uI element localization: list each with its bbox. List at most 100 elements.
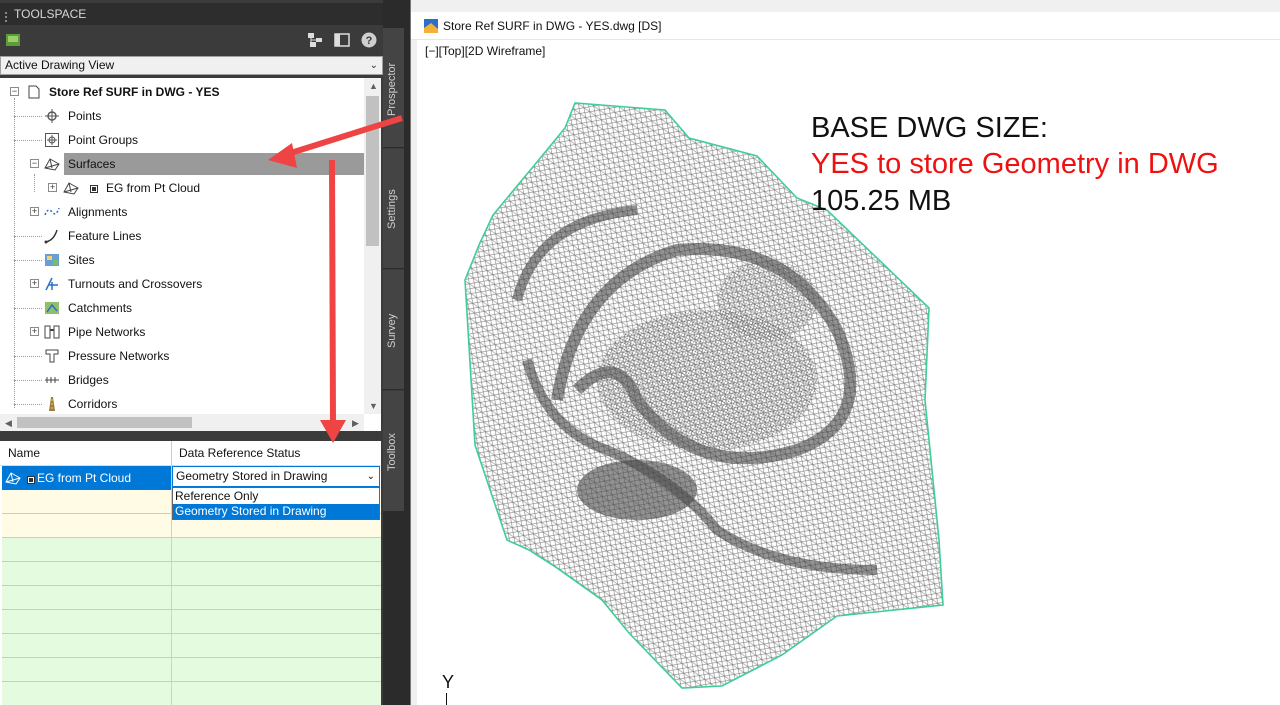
column-header-status[interactable]: Data Reference Status	[171, 441, 300, 466]
grid-header: Name Data Reference Status	[0, 441, 381, 466]
tab-settings[interactable]: Settings	[383, 149, 404, 269]
tree-item-point-groups[interactable]: Point Groups	[0, 129, 360, 151]
help-icon[interactable]: ?	[361, 32, 377, 48]
tree-item-eg-surface[interactable]: + EG from Pt Cloud	[0, 177, 360, 199]
chevron-down-icon: ⌄	[369, 60, 378, 71]
tree-item-label: Catchments	[68, 301, 133, 315]
status-select-value: Geometry Stored in Drawing	[176, 469, 328, 483]
tree-item-label: Feature Lines	[68, 229, 142, 243]
tree-item-points[interactable]: Points	[0, 105, 360, 127]
point-groups-icon	[45, 133, 59, 147]
scroll-left-icon[interactable]: ◀	[5, 418, 12, 429]
toolspace-title: TOOLSPACE	[0, 3, 383, 25]
tab-toolbox[interactable]: Toolbox	[383, 391, 404, 512]
status-option-reference-only[interactable]: Reference Only	[173, 489, 379, 504]
tree-vertical-scroll-thumb[interactable]	[366, 96, 379, 246]
collapse-icon[interactable]: −	[10, 87, 19, 96]
tree-item-label: Sites	[68, 253, 95, 267]
scroll-right-icon[interactable]: ▶	[352, 418, 359, 429]
scroll-up-icon[interactable]: ▲	[369, 81, 378, 91]
ucs-axis-y-label: Y	[442, 672, 455, 692]
expand-icon[interactable]: +	[30, 279, 39, 288]
tree-item-label: Turnouts and Crossovers	[68, 277, 203, 291]
data-reference-status-select[interactable]: Geometry Stored in Drawing ⌄	[172, 466, 380, 487]
drawing-title: Store Ref SURF in DWG - YES.dwg [DS]	[443, 19, 662, 33]
tree-item-surfaces[interactable]: − Surfaces	[0, 153, 360, 175]
status-options-list: Reference Only Geometry Stored in Drawin…	[172, 487, 380, 520]
catchments-icon	[45, 302, 59, 314]
tree-horizontal-scroll-thumb[interactable]	[17, 417, 192, 428]
civil-database-icon[interactable]	[5, 32, 21, 48]
feature-lines-icon	[44, 229, 58, 244]
tab-survey[interactable]: Survey	[383, 270, 404, 390]
tree-item-label: Alignments	[68, 205, 128, 219]
svg-text:?: ?	[366, 35, 373, 47]
grid-row	[2, 586, 381, 610]
tree-item-catchments[interactable]: Catchments	[0, 297, 360, 319]
toolspace-toolbar: ?	[0, 28, 383, 54]
tree-item-label: Bridges	[68, 373, 109, 387]
tin-surface-icon	[5, 472, 21, 485]
surfaces-icon	[44, 158, 60, 171]
tree-item-label: Pipe Networks	[68, 325, 146, 339]
grid-row	[2, 634, 381, 658]
civil3d-app-icon	[424, 19, 438, 33]
tree-root[interactable]: − Store Ref SURF in DWG - YES	[0, 81, 360, 103]
viewport-controls[interactable]: [−][Top][2D Wireframe]	[425, 44, 545, 58]
tree-item-label: EG from Pt Cloud	[106, 181, 201, 195]
tree-item-label: Corridors	[68, 397, 118, 411]
grid-row-name: EG from Pt Cloud	[37, 471, 132, 485]
scroll-down-icon[interactable]: ▼	[369, 401, 378, 411]
grid-row	[2, 562, 381, 586]
reference-badge-icon	[27, 476, 35, 484]
expand-icon[interactable]: +	[30, 207, 39, 216]
tree-item-feature-lines[interactable]: Feature Lines	[0, 225, 360, 247]
tree-item-bridges[interactable]: Bridges	[0, 369, 360, 391]
chevron-down-icon: ⌄	[366, 471, 375, 482]
status-option-geometry-stored[interactable]: Geometry Stored in Drawing	[173, 504, 379, 519]
tin-surface-icon	[63, 182, 79, 195]
view-dropdown[interactable]: Active Drawing View ⌄	[0, 56, 383, 75]
annotation-file-size: 105.25 MB	[811, 185, 952, 217]
grid-row	[2, 658, 381, 682]
tree-item-alignments[interactable]: + Alignments	[0, 201, 360, 223]
tree-item-label: Point Groups	[68, 133, 139, 147]
prospector-tree: − Store Ref SURF in DWG - YES Points Poi…	[0, 78, 381, 431]
toolspace-side-tabs: Prospector Settings Survey Toolbox	[383, 28, 404, 512]
tab-prospector[interactable]: Prospector	[383, 28, 404, 148]
grid-row	[2, 682, 381, 705]
bridges-icon	[45, 377, 59, 383]
view-dropdown-value: Active Drawing View	[5, 58, 115, 72]
grid-row	[2, 610, 381, 634]
tree-item-pressure-networks[interactable]: Pressure Networks	[0, 345, 360, 367]
drawing-canvas[interactable]: [−][Top][2D Wireframe] BASE DWG SIZE: YE…	[417, 40, 1280, 705]
alignments-icon	[44, 207, 60, 216]
reference-badge-icon	[90, 185, 98, 193]
grid-row	[2, 538, 381, 562]
tree-item-pipe-networks[interactable]: + Pipe Networks	[0, 321, 360, 343]
drawing-icon	[28, 85, 40, 99]
tree-item-label: Pressure Networks	[68, 349, 170, 363]
pipe-networks-icon	[44, 325, 60, 339]
tree-item-turnouts[interactable]: + Turnouts and Crossovers	[0, 273, 360, 295]
panel-grip[interactable]	[5, 12, 7, 22]
collapse-icon[interactable]: −	[30, 159, 39, 168]
tree-item-sites[interactable]: Sites	[0, 249, 360, 271]
item-view-icon[interactable]	[307, 32, 323, 48]
column-header-name[interactable]: Name	[0, 441, 40, 466]
toolspace-panel: TOOLSPACE ? Active Drawing View ⌄ − Stor…	[0, 0, 383, 705]
drawing-window: Store Ref SURF in DWG - YES.dwg [DS] [−]…	[410, 0, 1280, 705]
tree-item-label: Points	[68, 109, 102, 123]
tree-item-corridors[interactable]: Corridors	[0, 393, 360, 415]
ucs-axis-line	[446, 693, 447, 705]
points-icon	[45, 109, 59, 123]
tree-root-label: Store Ref SURF in DWG - YES	[49, 85, 220, 99]
turnouts-icon	[45, 277, 58, 291]
pressure-networks-icon	[45, 349, 59, 363]
list-view-icon[interactable]	[334, 32, 350, 48]
grid-row-selected[interactable]: EG from Pt Cloud	[2, 466, 172, 490]
toolspace-title-label: TOOLSPACE	[14, 7, 87, 21]
expand-icon[interactable]: +	[48, 183, 57, 192]
annotation-base-size: BASE DWG SIZE:	[811, 112, 1048, 144]
expand-icon[interactable]: +	[30, 327, 39, 336]
